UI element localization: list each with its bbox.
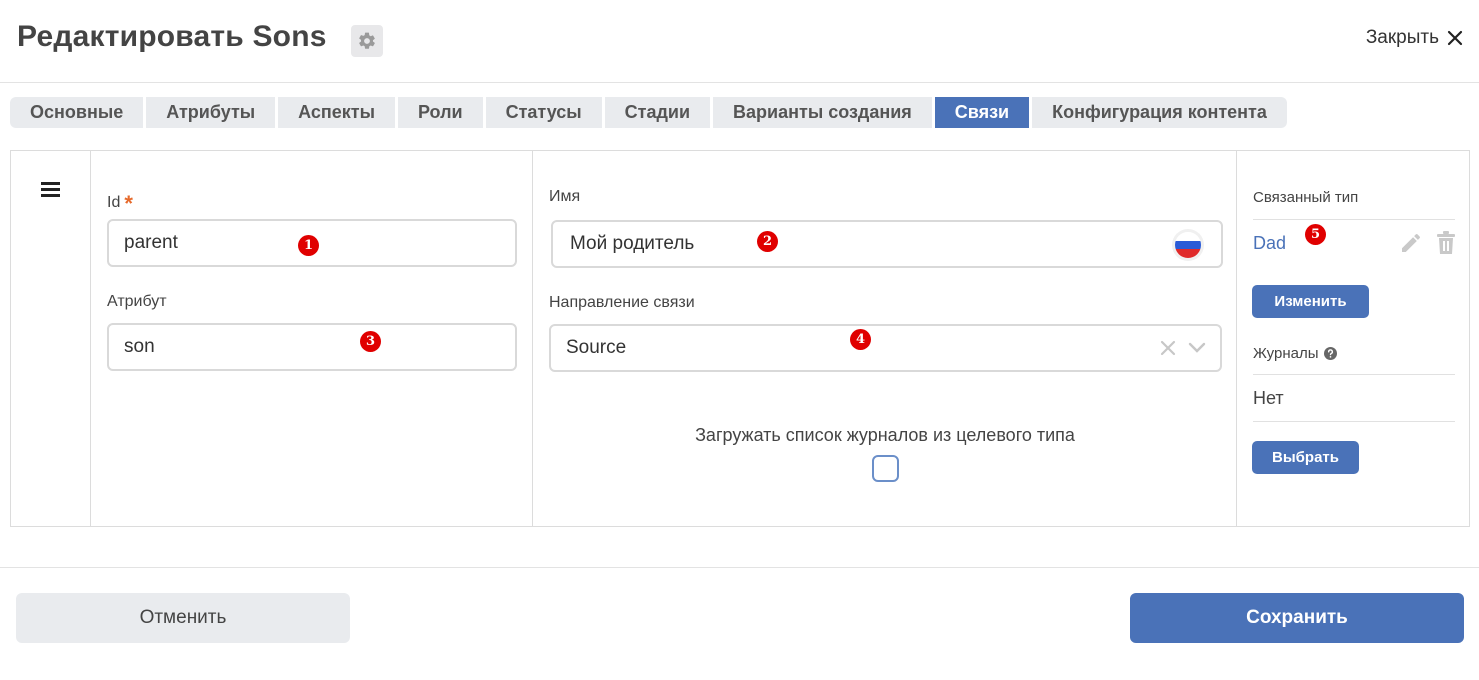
drag-handle-icon[interactable]	[41, 182, 60, 197]
tab-statuses[interactable]: Статусы	[485, 97, 602, 128]
annotation-badge-2: 2	[757, 231, 778, 252]
attribute-field[interactable]: son	[107, 323, 517, 371]
russian-flag-icon[interactable]	[1175, 232, 1201, 258]
annotation-badge-4: 4	[850, 329, 871, 350]
id-attribute-column: Id * parent 1 Атрибут son 3	[91, 151, 533, 526]
clear-icon[interactable]	[1160, 340, 1176, 356]
edit-icon[interactable]	[1399, 231, 1423, 255]
tab-bar: Основные Атрибуты Аспекты Роли Статусы С…	[10, 97, 1287, 128]
association-panel: Id * parent 1 Атрибут son 3 Имя Мой родит…	[10, 150, 1470, 527]
id-value: parent	[124, 232, 178, 253]
settings-button[interactable]	[351, 25, 383, 57]
name-field[interactable]: Мой родитель	[551, 220, 1223, 268]
select-controls	[1160, 340, 1206, 356]
attribute-label: Атрибут	[107, 293, 167, 310]
change-type-button[interactable]: Изменить	[1252, 285, 1369, 318]
attribute-value: son	[124, 336, 155, 357]
direction-label: Направление связи	[549, 294, 695, 311]
journals-label: Журналы	[1253, 345, 1319, 362]
related-type-column: Связанный тип Dad 5 Изменить Журналы Нет…	[1237, 151, 1469, 526]
footer-divider	[0, 567, 1479, 568]
tab-content-config[interactable]: Конфигурация контента	[1032, 97, 1287, 128]
drag-column	[11, 151, 91, 526]
annotation-badge-1: 1	[298, 235, 319, 256]
related-type-link[interactable]: Dad	[1253, 233, 1286, 254]
load-journals-checkbox[interactable]	[872, 455, 899, 482]
modal-header: Редактировать Sons Закрыть	[0, 0, 1479, 83]
journals-value: Нет	[1253, 388, 1284, 408]
cancel-button[interactable]: Отменить	[16, 593, 350, 643]
tab-attributes[interactable]: Атрибуты	[146, 97, 276, 128]
direction-value: Source	[566, 337, 627, 358]
annotation-badge-3: 3	[360, 331, 381, 352]
tab-roles[interactable]: Роли	[398, 97, 483, 128]
journals-label-row: Журналы	[1253, 345, 1337, 362]
close-label: Закрыть	[1365, 27, 1439, 48]
close-icon	[1447, 30, 1463, 46]
tab-stages[interactable]: Стадии	[604, 97, 711, 128]
name-direction-column: Имя Мой родитель 2 Направление связи Sou…	[533, 151, 1237, 526]
tab-create-variants[interactable]: Варианты создания	[713, 97, 932, 128]
tab-associations[interactable]: Связи	[934, 97, 1030, 128]
chevron-down-icon[interactable]	[1188, 342, 1206, 354]
name-value: Мой родитель	[570, 233, 695, 254]
direction-select[interactable]: Source	[549, 324, 1222, 372]
trash-icon[interactable]	[1435, 231, 1457, 255]
page-title: Редактировать Sons	[17, 20, 327, 53]
tab-aspects[interactable]: Аспекты	[278, 97, 395, 128]
required-mark: *	[124, 191, 133, 216]
close-button[interactable]: Закрыть	[1366, 27, 1463, 49]
help-icon[interactable]	[1323, 347, 1337, 360]
name-label: Имя	[549, 188, 581, 205]
divider	[1253, 374, 1455, 375]
related-type-label: Связанный тип	[1253, 189, 1359, 206]
choose-journals-button[interactable]: Выбрать	[1252, 441, 1359, 474]
annotation-badge-5: 5	[1305, 224, 1326, 245]
load-journals-label: Загружать список журналов из целевого ти…	[695, 425, 1075, 445]
related-type-actions	[1399, 231, 1457, 255]
tab-main[interactable]: Основные	[10, 97, 144, 128]
save-button[interactable]: Сохранить	[1130, 593, 1464, 643]
id-label: Id *	[107, 191, 133, 216]
divider	[1253, 219, 1455, 220]
divider	[1253, 421, 1455, 422]
gear-icon	[359, 32, 375, 49]
